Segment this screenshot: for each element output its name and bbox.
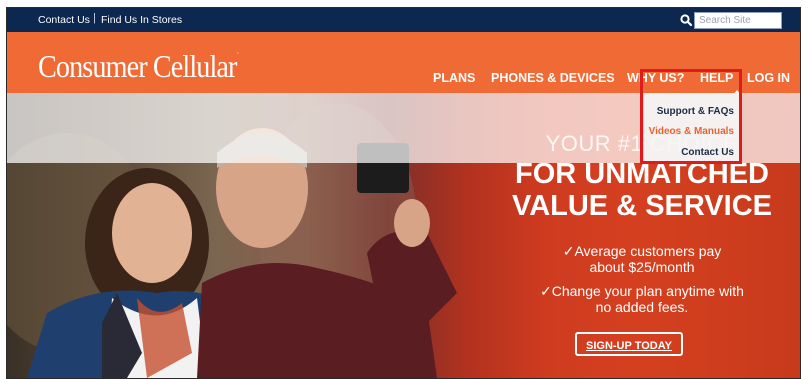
utility-bar: Contact Us | Find Us In Stores	[7, 8, 800, 32]
browser-viewport: Contact Us | Find Us In Stores Consumer …	[6, 7, 801, 379]
hero-bullet-plan-line-1: ✓Change your plan anytime with	[540, 283, 744, 299]
hero-headline-line-2: FOR UNMATCHED	[515, 158, 769, 190]
hero-bullet-price-line-1: ✓Average customers pay	[562, 243, 722, 259]
help-menu-highlight-box	[640, 69, 742, 164]
brand-logo[interactable]: Consumer Cellular·	[38, 48, 240, 85]
search-input[interactable]	[694, 12, 782, 29]
hero-bullet-plan: ✓Change your plan anytime with no added …	[527, 283, 757, 315]
nav-phones-devices[interactable]: PHONES & DEVICES	[491, 71, 615, 85]
hero-bullet-plan-line-2: no added fees.	[595, 299, 689, 315]
nav-log-in[interactable]: LOG IN	[747, 71, 790, 85]
logo-text: Consumer Cellular	[38, 48, 237, 84]
nav-plans[interactable]: PLANS	[433, 71, 475, 85]
find-us-in-stores-link[interactable]: Find Us In Stores	[101, 14, 182, 26]
logo-mark: ·	[236, 48, 240, 58]
hero-bullet-price-line-2: about $25/month	[589, 259, 695, 275]
utility-separator: |	[93, 12, 96, 24]
contact-us-link[interactable]: Contact Us	[38, 14, 90, 26]
search-icon[interactable]	[679, 13, 693, 27]
hero-headline-line-3: VALUE & SERVICE	[512, 190, 772, 222]
sign-up-button[interactable]: SIGN-UP TODAY	[575, 332, 683, 356]
hero-bullet-price: ✓Average customers pay about $25/month	[527, 243, 757, 275]
